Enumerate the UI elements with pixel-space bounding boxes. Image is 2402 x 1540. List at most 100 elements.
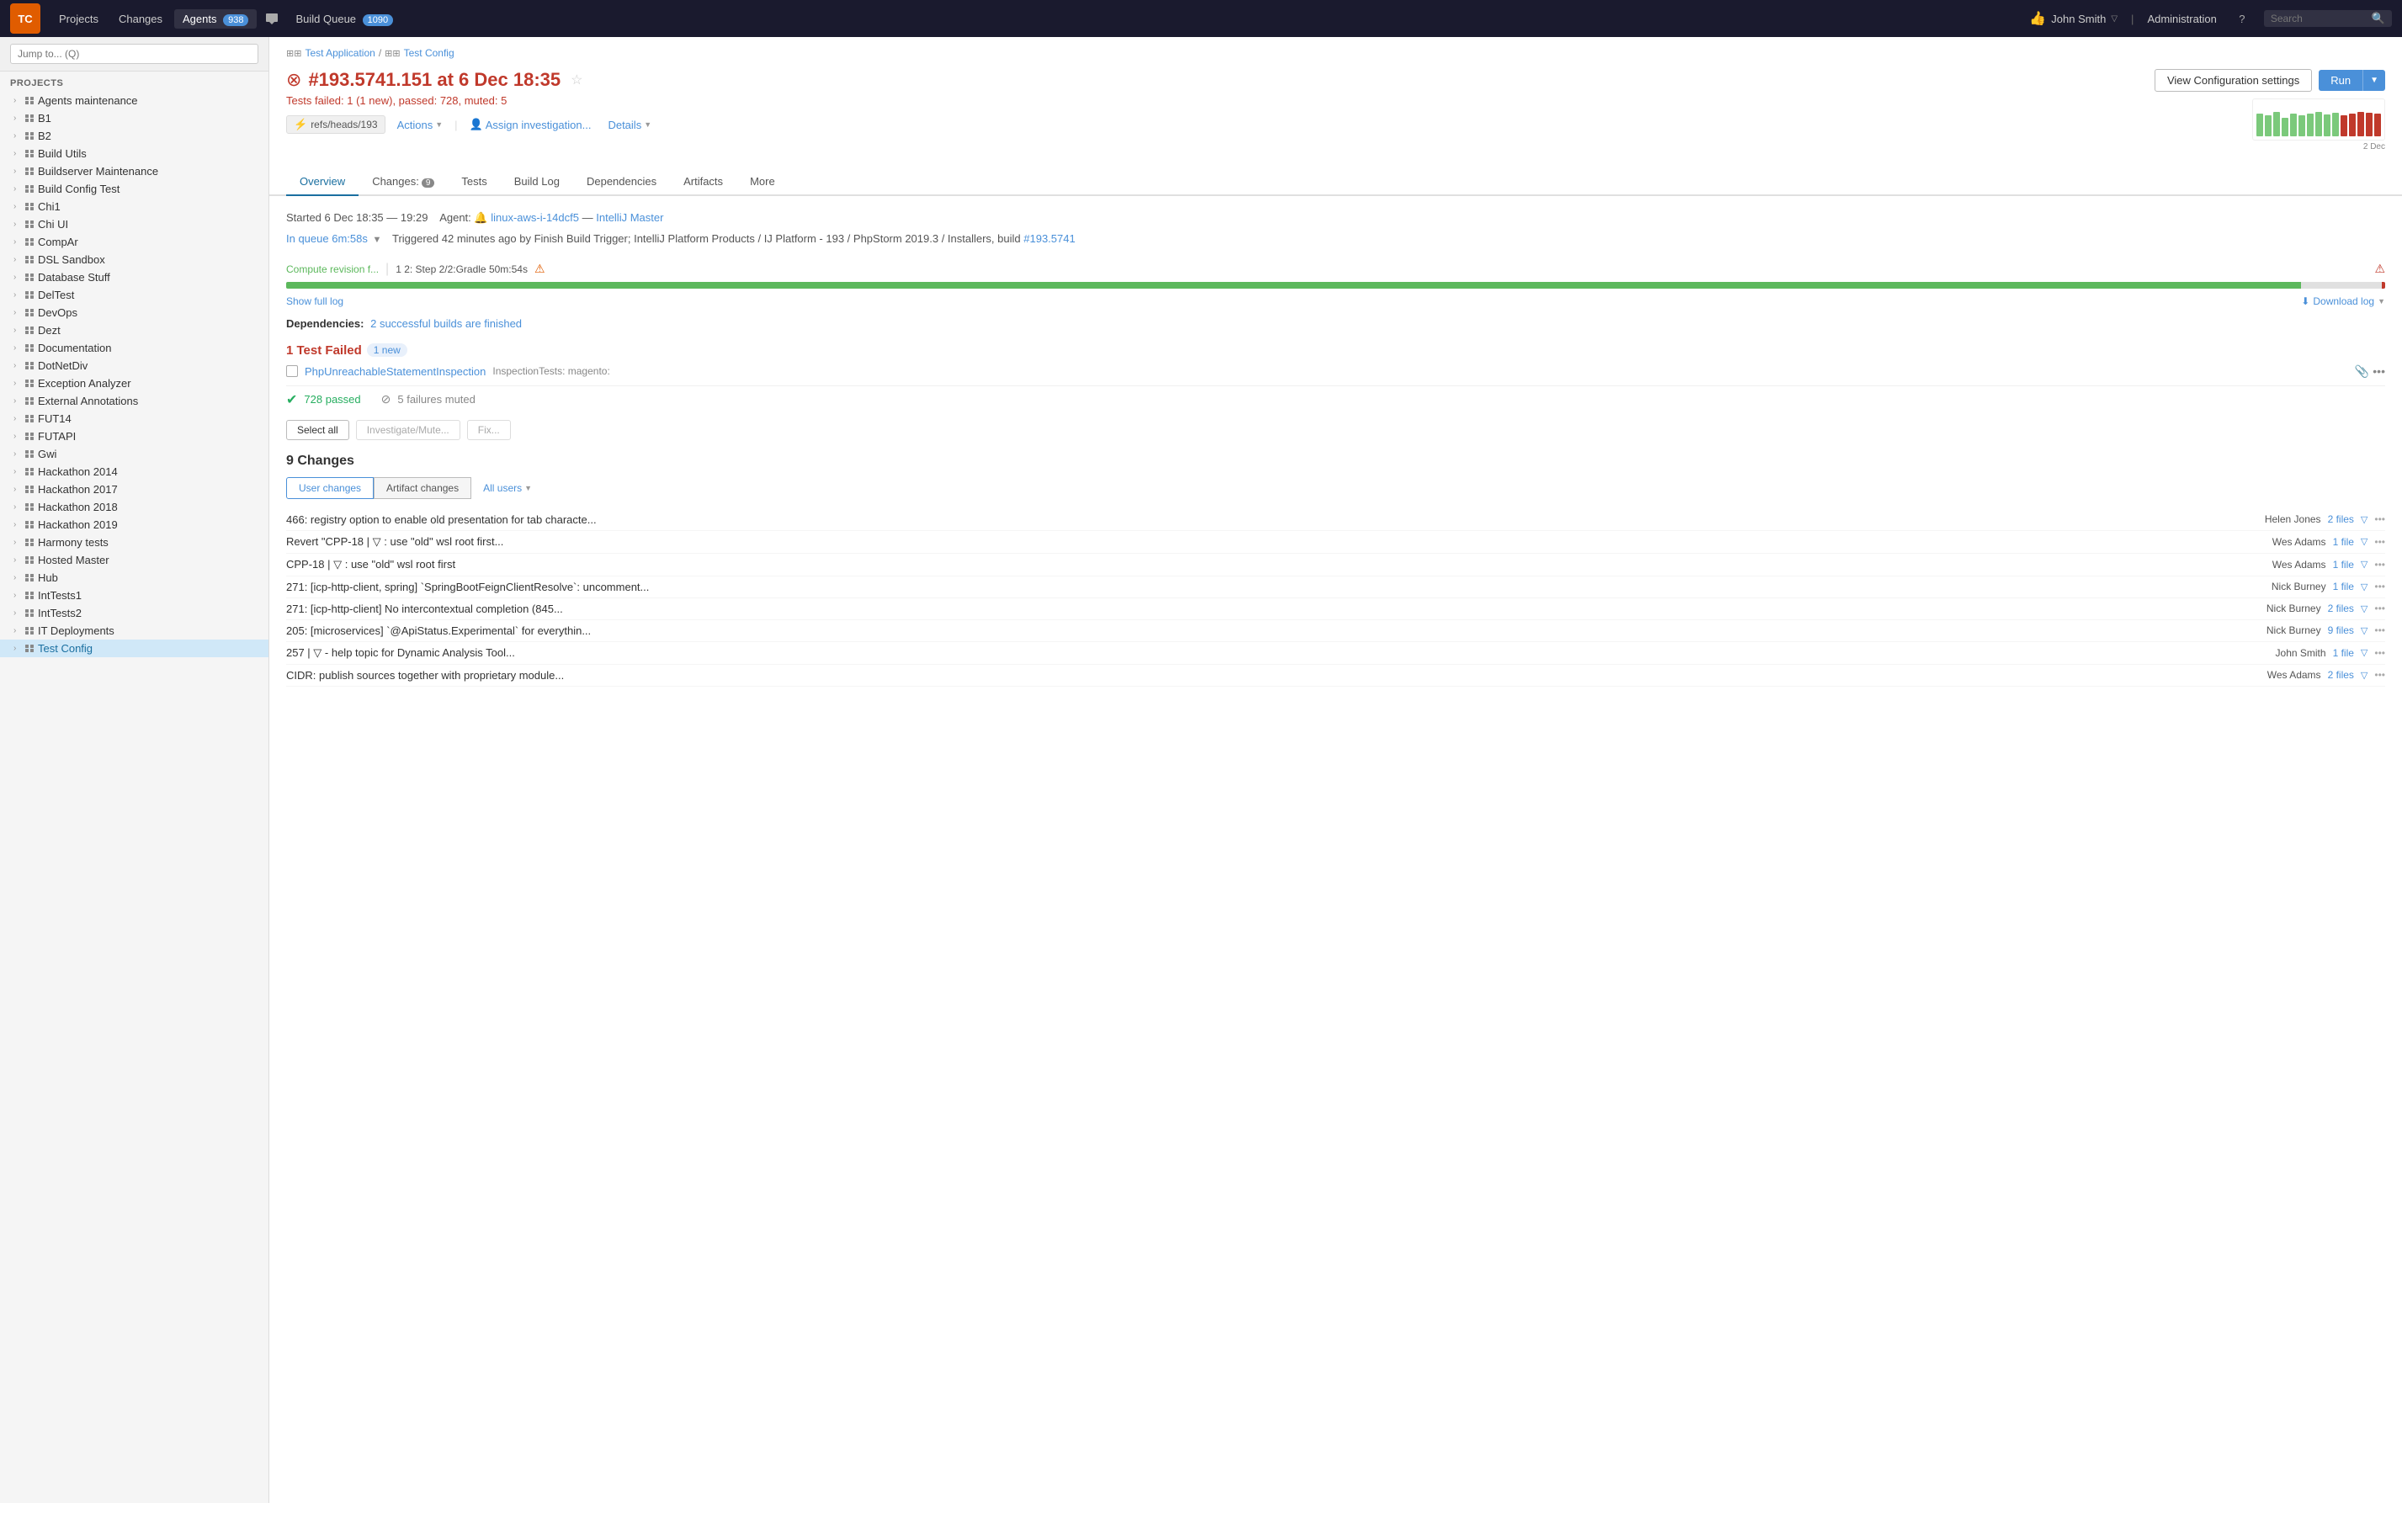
sidebar-item-hub[interactable]: › Hub [0,569,268,587]
breadcrumb-project[interactable]: Test Application [305,47,375,59]
search-bar[interactable]: 🔍 [2264,10,2392,27]
sidebar-item-chi-ui[interactable]: › Chi UI [0,215,268,233]
more-icon[interactable]: ••• [2373,364,2385,379]
change-more-button[interactable]: ••• [2374,581,2385,592]
build-star[interactable]: ☆ [571,72,582,88]
change-files[interactable]: 1 file [2333,559,2354,571]
nav-administration[interactable]: Administration [2140,9,2223,29]
tab-overview[interactable]: Overview [286,168,359,196]
sidebar-item-dezt[interactable]: › Dezt [0,321,268,339]
artifact-changes-tab[interactable]: Artifact changes [374,477,471,499]
change-more-button[interactable]: ••• [2374,536,2385,548]
sidebar-item-futapi[interactable]: › FUTAPI [0,427,268,445]
change-files[interactable]: 2 files [2328,513,2354,525]
assign-investigation[interactable]: 👤 Assign investigation... [465,115,597,134]
change-author: Nick Burney [2237,624,2321,636]
trigger-build-link[interactable]: #193.5741 [1023,232,1075,245]
sidebar-item-hackathon-2019[interactable]: › Hackathon 2019 [0,516,268,534]
change-files[interactable]: 1 file [2333,581,2354,592]
agent-config-link[interactable]: IntelliJ Master [596,211,663,224]
change-files[interactable]: 2 files [2328,603,2354,614]
sidebar-item-deltest[interactable]: › DelTest [0,286,268,304]
branch-badge[interactable]: ⚡ refs/heads/193 [286,115,385,134]
nav-changes[interactable]: Changes [110,9,171,29]
test-name-link[interactable]: PhpUnreachableStatementInspection [305,365,486,378]
tab-changes[interactable]: Changes:9 [359,168,448,196]
sidebar-item-external-annotations[interactable]: › External Annotations [0,392,268,410]
run-more-button[interactable]: ▼ [2362,70,2385,91]
tab-dependencies[interactable]: Dependencies [573,168,670,196]
run-button[interactable]: Run [2319,70,2362,91]
sidebar-item-database-stuff[interactable]: › Database Stuff [0,268,268,286]
sidebar-item-hackathon-2017[interactable]: › Hackathon 2017 [0,481,268,498]
change-files[interactable]: 2 files [2328,669,2354,681]
tab-artifacts[interactable]: Artifacts [670,168,736,196]
sidebar-item-devops[interactable]: › DevOps [0,304,268,321]
sidebar-item-hackathon-2014[interactable]: › Hackathon 2014 [0,463,268,481]
app-logo[interactable]: TC [10,3,40,34]
investigate-mute-button[interactable]: Investigate/Mute... [356,420,460,440]
sidebar-item-it-deployments[interactable]: › IT Deployments [0,622,268,640]
help-icon[interactable]: ? [2230,7,2254,30]
sidebar-item-inttests2[interactable]: › IntTests2 [0,604,268,622]
sidebar-item-agents-maintenance[interactable]: › Agents maintenance [0,92,268,109]
sidebar-item-test-config[interactable]: › Test Config [0,640,268,657]
sidebar-item-inttests1[interactable]: › IntTests1 [0,587,268,604]
change-more-button[interactable]: ••• [2374,559,2385,571]
muted-count[interactable]: 5 failures muted [397,393,476,406]
deps-link[interactable]: 2 successful builds are finished [370,317,522,330]
sidebar-item-b2[interactable]: › B2 [0,127,268,145]
sidebar-item-hackathon-2018[interactable]: › Hackathon 2018 [0,498,268,516]
sidebar-item-chi1[interactable]: › Chi1 [0,198,268,215]
view-config-button[interactable]: View Configuration settings [2155,69,2312,92]
tab-build-log[interactable]: Build Log [501,168,573,196]
notification-icon[interactable] [260,7,284,30]
change-files[interactable]: 9 files [2328,624,2354,636]
tab-tests[interactable]: Tests [448,168,500,196]
all-users-tab[interactable]: All users ▼ [471,477,544,499]
sidebar-item-b1[interactable]: › B1 [0,109,268,127]
user-menu[interactable]: 👍 John Smith ▽ [2022,7,2124,30]
actions-dropdown[interactable]: Actions ▼ [392,116,449,134]
paperclip-icon[interactable]: 📎 [2355,364,2369,379]
sidebar-item-hosted-master[interactable]: › Hosted Master [0,551,268,569]
test-checkbox[interactable] [286,365,298,377]
sidebar-item-harmony-tests[interactable]: › Harmony tests [0,534,268,551]
sidebar-item-dsl-sandbox[interactable]: › DSL Sandbox [0,251,268,268]
change-more-button[interactable]: ••• [2374,647,2385,659]
agent-link[interactable]: linux-aws-i-14dcf5 [491,211,579,224]
expand-icon: › [13,326,25,335]
download-log-button[interactable]: ⬇ Download log ▼ [2301,295,2385,307]
breadcrumb-config[interactable]: Test Config [404,47,454,59]
change-more-button[interactable]: ••• [2374,603,2385,614]
nav-projects[interactable]: Projects [50,9,107,29]
sidebar-item-exception-analyzer[interactable]: › Exception Analyzer [0,374,268,392]
sidebar-item-dotnetdiv[interactable]: › DotNetDiv [0,357,268,374]
sidebar-item-build-utils[interactable]: › Build Utils [0,145,268,162]
nav-build-queue[interactable]: Build Queue 1090 [287,9,401,29]
build-body: Started 6 Dec 18:35 — 19:29 Agent: 🔔 lin… [269,196,2402,714]
fix-button[interactable]: Fix... [467,420,511,440]
change-more-button[interactable]: ••• [2374,624,2385,636]
change-more-button[interactable]: ••• [2374,669,2385,681]
jump-to-bar[interactable] [0,37,268,72]
sidebar-item-gwi[interactable]: › Gwi [0,445,268,463]
jump-to-input[interactable] [10,44,258,64]
change-files[interactable]: 1 file [2333,536,2354,548]
details-dropdown[interactable]: Details ▼ [603,116,656,134]
sidebar-item-buildserver-maintenance[interactable]: › Buildserver Maintenance [0,162,268,180]
sidebar-item-fut14[interactable]: › FUT14 [0,410,268,427]
user-changes-tab[interactable]: User changes [286,477,374,499]
sidebar-item-build-config-test[interactable]: › Build Config Test [0,180,268,198]
search-input[interactable] [2271,13,2372,24]
sidebar-item-compar[interactable]: › CompAr [0,233,268,251]
show-full-log-link[interactable]: Show full log [286,295,343,307]
nav-agents[interactable]: Agents 938 [174,9,257,29]
change-more-button[interactable]: ••• [2374,513,2385,525]
change-files[interactable]: 1 file [2333,647,2354,659]
tab-more[interactable]: More [736,168,789,196]
in-queue[interactable]: In queue 6m:58s [286,232,368,245]
passed-count-link[interactable]: 728 passed [304,393,360,406]
sidebar-item-documentation[interactable]: › Documentation [0,339,268,357]
select-all-button[interactable]: Select all [286,420,349,440]
